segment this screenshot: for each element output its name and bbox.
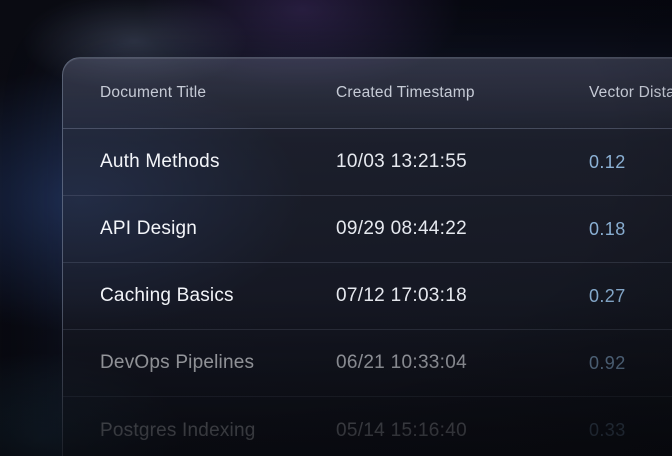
vector-distance-cell: 0.18: [589, 219, 672, 240]
table-row[interactable]: API Design 09/29 08:44:22 0.18: [63, 196, 672, 263]
created-timestamp-cell: 07/12 17:03:18: [336, 285, 589, 307]
documents-table-card: Document Title Created Timestamp Vector …: [62, 57, 672, 456]
table-row[interactable]: Caching Basics 07/12 17:03:18 0.27: [63, 263, 672, 330]
vector-distance-cell: 0.27: [589, 286, 672, 307]
document-title-cell: Auth Methods: [100, 151, 336, 173]
table-row[interactable]: Auth Methods 10/03 13:21:55 0.12: [63, 129, 672, 196]
document-title-cell: Postgres Indexing: [100, 420, 336, 442]
table-row[interactable]: DevOps Pipelines 06/21 10:33:04 0.92: [63, 330, 672, 397]
column-header-created-timestamp: Created Timestamp: [336, 84, 589, 102]
document-title-cell: API Design: [100, 218, 336, 240]
created-timestamp-cell: 09/29 08:44:22: [336, 218, 589, 240]
document-title-cell: Caching Basics: [100, 285, 336, 307]
created-timestamp-cell: 06/21 10:33:04: [336, 352, 589, 374]
document-title-cell: DevOps Pipelines: [100, 352, 336, 374]
table-header-row: Document Title Created Timestamp Vector …: [63, 58, 672, 129]
background: Document Title Created Timestamp Vector …: [0, 0, 672, 456]
vector-distance-cell: 0.92: [589, 353, 672, 374]
vector-distance-cell: 0.33: [589, 420, 672, 441]
created-timestamp-cell: 05/14 15:16:40: [336, 420, 589, 442]
column-header-document-title: Document Title: [100, 84, 336, 102]
created-timestamp-cell: 10/03 13:21:55: [336, 151, 589, 173]
column-header-vector-distance: Vector Distance: [589, 84, 672, 102]
table-row[interactable]: Postgres Indexing 05/14 15:16:40 0.33: [63, 397, 672, 456]
vector-distance-cell: 0.12: [589, 152, 672, 173]
